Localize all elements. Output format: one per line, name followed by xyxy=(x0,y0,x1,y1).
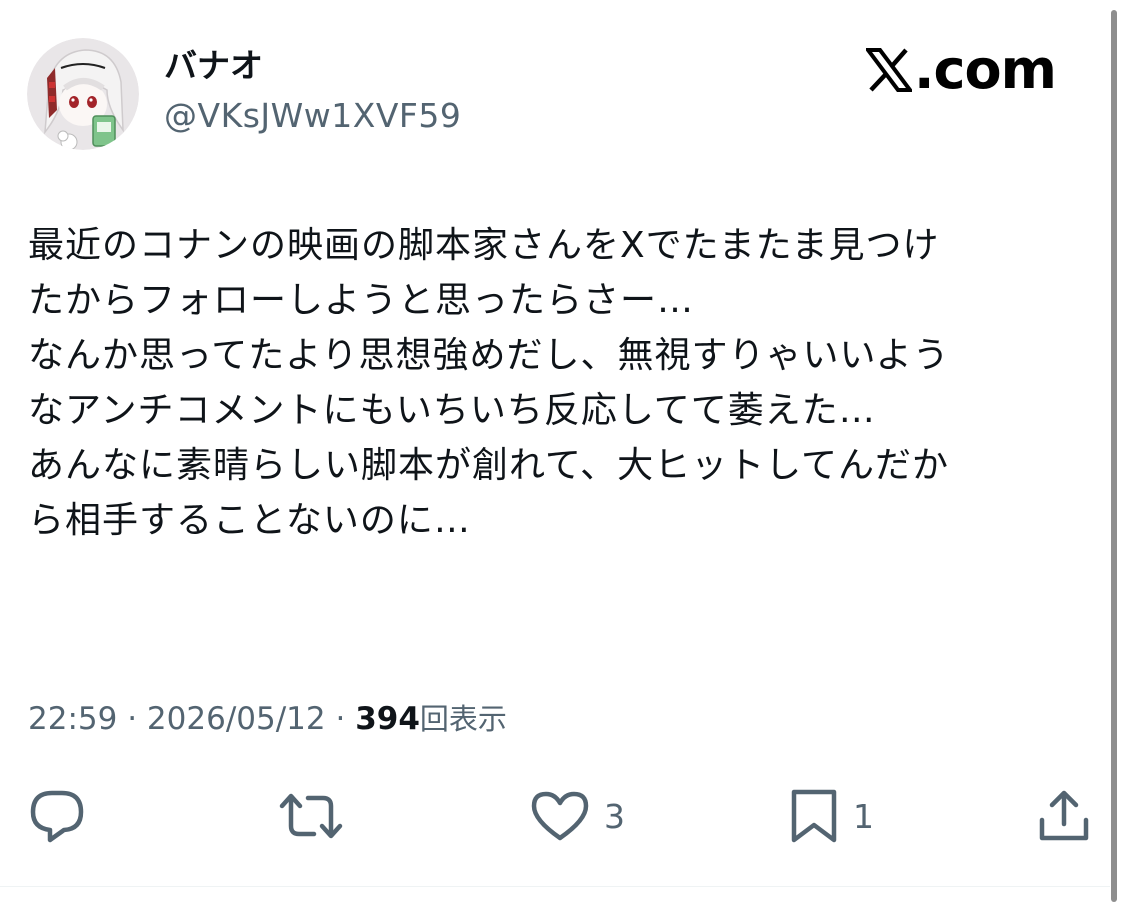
bookmark-icon xyxy=(791,789,837,843)
reply-button[interactable] xyxy=(28,786,86,846)
views-label: 回表示 xyxy=(419,702,507,736)
tweet-text-line: ら相手することないのに… xyxy=(28,500,471,541)
brand-domain: .com xyxy=(914,38,1057,101)
meta-separator: · xyxy=(335,701,356,737)
tweet-text-line: たからフォローしようと思ったらさー… xyxy=(28,280,695,321)
like-count: 3 xyxy=(604,796,625,836)
heart-icon xyxy=(531,791,589,841)
avatar[interactable] xyxy=(27,38,139,150)
meta-separator: · xyxy=(127,701,147,737)
tweet-date[interactable]: 2026/05/12 xyxy=(147,701,326,737)
retweet-icon xyxy=(279,793,343,839)
views-count[interactable]: 394 xyxy=(355,701,420,737)
brand-logo[interactable]: .com xyxy=(866,38,1057,101)
action-bar: 3 1 xyxy=(0,786,1125,846)
display-name[interactable]: バナオ xyxy=(164,44,263,88)
tweet-text-line: なんか思ってたより思想強めだし、無視すりゃいいよう xyxy=(28,335,950,376)
tweet-text-line: 最近のコナンの映画の脚本家さんをXでたまたま見つけ xyxy=(28,225,940,266)
retweet-button[interactable] xyxy=(278,786,344,846)
share-icon xyxy=(1039,790,1089,841)
tweet-meta: 22:59 · 2026/05/12 · 394回表示 xyxy=(28,697,507,741)
tweet-text-line: あんなに素晴らしい脚本が創れて、大ヒットしてんだか xyxy=(28,445,950,486)
bookmark-count: 1 xyxy=(853,796,874,836)
bookmark-button[interactable]: 1 xyxy=(789,786,874,846)
like-button[interactable]: 3 xyxy=(530,786,625,846)
tweet-text: 最近のコナンの映画の脚本家さんをXでたまたま見つけ たからフォローしようと思った… xyxy=(28,218,1088,548)
tweet-text-line: なアンチコメントにもいちいち反応してて萎えた… xyxy=(28,390,876,431)
share-button[interactable] xyxy=(1036,786,1092,846)
reply-icon xyxy=(30,790,84,843)
tweet-card: バナオ @VKsJWw1XVF59 .com 最近のコナンの映画の脚本家さんをX… xyxy=(0,0,1125,902)
user-handle[interactable]: @VKsJWw1XVF59 xyxy=(164,94,461,138)
divider xyxy=(0,886,1110,887)
x-logo-icon xyxy=(866,48,912,92)
avatar-image xyxy=(27,38,139,150)
scrollbar[interactable] xyxy=(1111,10,1117,902)
tweet-time[interactable]: 22:59 xyxy=(28,701,117,737)
